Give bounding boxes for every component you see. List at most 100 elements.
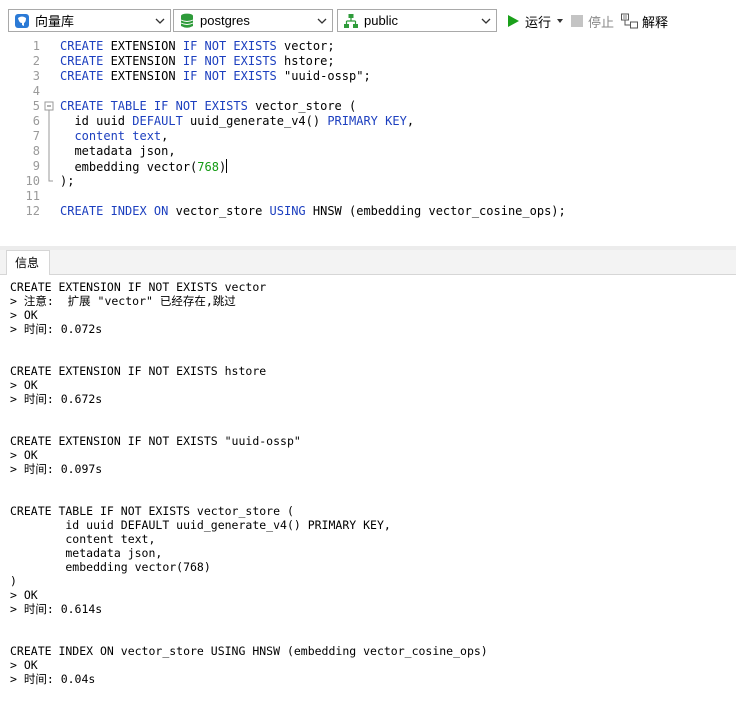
tab-info[interactable]: 信息 <box>6 250 51 275</box>
code-text: CREATE EXTENSION IF NOT EXISTS vector; <box>60 39 335 54</box>
code-token: EXTENSION <box>103 69 183 83</box>
output-line: > 时间: 0.04s <box>10 672 96 686</box>
line-number: 10 <box>25 174 40 188</box>
code-token: IF NOT EXISTS <box>182 54 277 68</box>
editor-line[interactable]: 8 metadata json, <box>0 144 736 159</box>
toolbar: 向量库 postgres public 运行 停止 解释 <box>0 0 736 40</box>
run-button[interactable]: 运行 <box>506 11 565 31</box>
output-line: > 时间: 0.672s <box>10 392 103 406</box>
stop-label: 停止 <box>588 14 615 30</box>
code-token: IF NOT EXISTS <box>182 39 277 53</box>
code-token: uuid_generate_v4() <box>182 114 328 128</box>
schema-icon <box>341 11 361 31</box>
editor-line[interactable]: 1 CREATE EXTENSION IF NOT EXISTS vector; <box>0 39 736 54</box>
code-token: CREATE <box>60 39 104 53</box>
editor-line[interactable]: 5 CREATE TABLE IF NOT EXISTS vector_store… <box>0 99 736 114</box>
explain-label: 解释 <box>642 14 669 30</box>
database-label: postgres <box>200 13 250 28</box>
sql-editor[interactable]: 1 CREATE EXTENSION IF NOT EXISTS vector; 2… <box>0 39 736 246</box>
code-token: EXTENSION <box>103 39 183 53</box>
code-token: ) <box>218 160 227 174</box>
code-token: , <box>406 114 415 128</box>
output-line: embedding vector(768) <box>10 560 211 574</box>
editor-line[interactable]: 4 <box>0 84 736 99</box>
output-line: id uuid DEFAULT uuid_generate_v4() PRIMA… <box>10 518 391 532</box>
code-text: metadata json, <box>60 144 176 159</box>
code-token: embedding vector( <box>60 160 198 174</box>
output-line: metadata json, <box>10 546 163 560</box>
code-token: PRIMARY KEY <box>327 114 407 128</box>
code-token: vector_store <box>168 204 270 218</box>
code-text: id uuid DEFAULT uuid_generate_v4() PRIMA… <box>60 114 414 129</box>
chevron-down-icon <box>317 18 327 24</box>
code-token: CREATE <box>60 69 104 83</box>
code-text: ); <box>60 174 74 189</box>
output-line: > OK <box>10 378 38 392</box>
line-number: 8 <box>32 144 40 158</box>
stop-button[interactable]: 停止 <box>571 11 614 31</box>
output-line: > OK <box>10 588 38 602</box>
code-token: CREATE INDEX ON <box>60 204 169 218</box>
database-select[interactable]: postgres <box>173 9 333 32</box>
code-text: content text, <box>60 129 168 144</box>
code-token: "uuid-ossp"; <box>276 69 371 83</box>
chevron-down-icon <box>155 18 165 24</box>
output-line: > 时间: 0.614s <box>10 602 103 616</box>
caret-down-icon[interactable] <box>555 16 565 26</box>
code-token: IF NOT EXISTS <box>182 69 277 83</box>
output-line: ) <box>10 574 17 588</box>
postgres-elephant-icon <box>12 11 32 31</box>
schema-select[interactable]: public <box>337 9 497 32</box>
editor-line[interactable]: 12 CREATE INDEX ON vector_store USING HNS… <box>0 204 736 219</box>
line-number: 6 <box>32 114 40 128</box>
editor-line[interactable]: 9 embedding vector(768) <box>0 159 736 174</box>
stop-icon <box>571 15 583 27</box>
output-line: CREATE INDEX ON vector_store USING HNSW … <box>10 644 488 658</box>
code-token: EXTENSION <box>103 54 183 68</box>
code-token: DEFAULT <box>132 114 183 128</box>
output-line: > OK <box>10 658 38 672</box>
output-line: > 注意: 扩展 "vector" 已经存在,跳过 <box>10 294 236 308</box>
output-line: > OK <box>10 448 38 462</box>
explain-button[interactable]: 解释 <box>621 11 668 31</box>
code-token: vector; <box>276 39 335 53</box>
output-line: content text, <box>10 532 156 546</box>
line-number: 7 <box>32 129 40 143</box>
code-token: hstore; <box>276 54 335 68</box>
editor-line[interactable]: 11 <box>0 189 736 204</box>
play-icon <box>508 15 519 27</box>
editor-line[interactable]: 3 CREATE EXTENSION IF NOT EXISTS "uuid-os… <box>0 69 736 84</box>
message-output: CREATE EXTENSION IF NOT EXISTS vector > 注… <box>0 276 736 716</box>
code-token: vector_store ( <box>247 99 357 113</box>
code-token: CREATE TABLE IF NOT EXISTS <box>60 99 248 113</box>
code-token: id uuid <box>60 114 133 128</box>
connection-label: 向量库 <box>35 14 75 29</box>
editor-line[interactable]: 2 CREATE EXTENSION IF NOT EXISTS hstore; <box>0 54 736 69</box>
output-line: CREATE TABLE IF NOT EXISTS vector_store … <box>10 504 294 518</box>
line-number: 1 <box>32 39 40 53</box>
output-line: CREATE EXTENSION IF NOT EXISTS vector <box>10 280 267 294</box>
code-token: CREATE <box>60 54 104 68</box>
schema-label: public <box>364 13 398 28</box>
code-token: 768 <box>197 160 219 174</box>
line-number: 5 <box>32 99 40 113</box>
line-number: 11 <box>25 189 40 203</box>
editor-line[interactable]: 7 content text, <box>0 129 736 144</box>
code-token: content text <box>74 129 162 143</box>
output-line: > 时间: 0.072s <box>10 322 103 336</box>
editor-line[interactable]: 6 id uuid DEFAULT uuid_generate_v4() PRI… <box>0 114 736 129</box>
result-tabbar: 信息 <box>0 250 736 275</box>
editor-line[interactable]: 10); <box>0 174 736 189</box>
line-number: 4 <box>32 84 40 98</box>
code-token: USING <box>269 204 306 218</box>
output-line: > 时间: 0.097s <box>10 462 103 476</box>
run-label: 运行 <box>525 14 552 30</box>
database-icon <box>177 11 197 31</box>
code-token: HNSW (embedding vector_cosine_ops); <box>305 204 566 218</box>
line-number: 3 <box>32 69 40 83</box>
chevron-down-icon <box>481 18 491 24</box>
code-token: , <box>161 129 169 143</box>
code-token: metadata json, <box>60 144 176 158</box>
connection-select[interactable]: 向量库 <box>8 9 171 32</box>
